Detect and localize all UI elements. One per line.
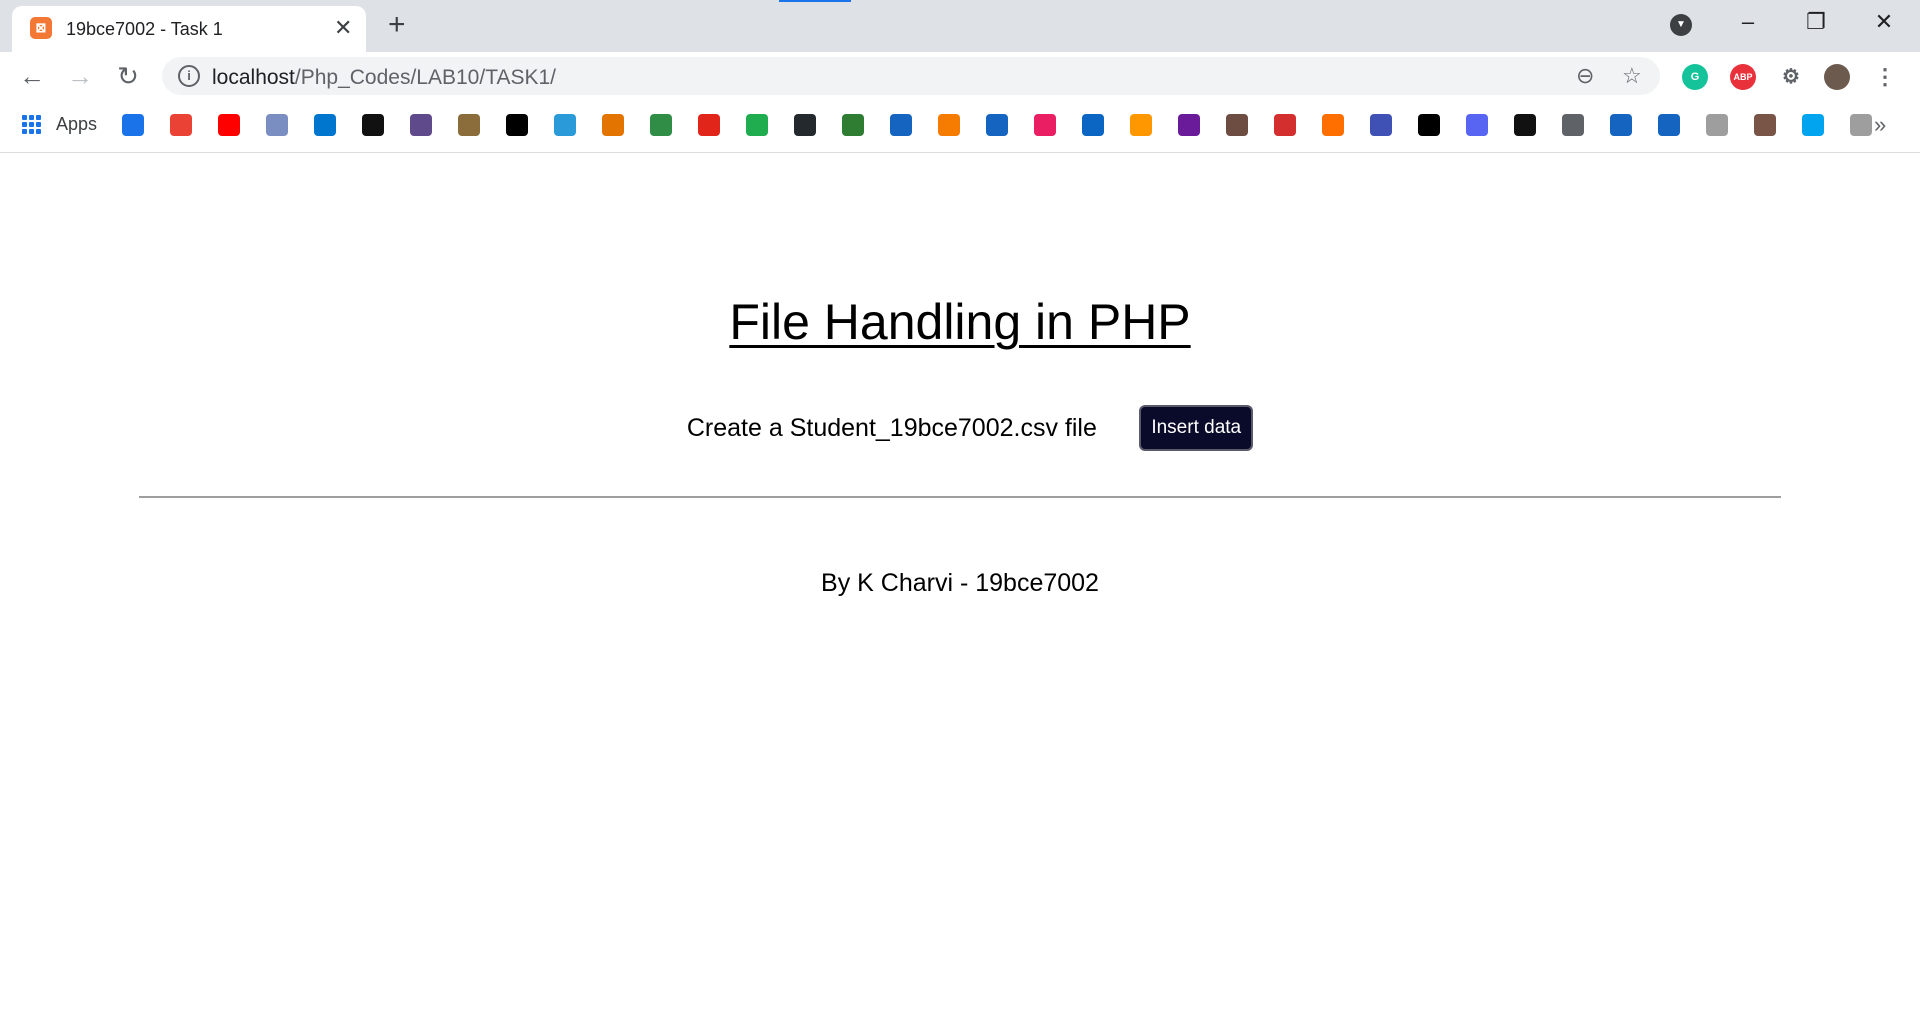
bookmark-favicon-icon[interactable] <box>1754 114 1776 136</box>
address-bar[interactable]: i localhost/Php_Codes/LAB10/TASK1/ ⊖ ☆ <box>162 57 1660 95</box>
bookmark-favicon-icon[interactable] <box>602 114 624 136</box>
tab-close-icon[interactable]: ✕ <box>334 14 352 42</box>
apps-label: Apps <box>56 114 98 134</box>
bookmark-favicon-icon[interactable] <box>458 114 480 136</box>
loading-indicator <box>779 0 851 2</box>
bookmarks-bar: Apps » <box>0 100 1920 153</box>
apps-grid-icon <box>22 114 42 135</box>
bookmark-favicon-icon[interactable] <box>170 114 192 136</box>
tab-title: 19bce7002 - Task 1 <box>66 19 223 39</box>
bookmark-favicon-icon[interactable] <box>794 114 816 136</box>
adblock-extension-icon[interactable]: ABP <box>1730 64 1756 90</box>
url-path: /Php_Codes/LAB10/TASK1/ <box>294 66 556 89</box>
menu-kebab-icon[interactable]: ⋮ <box>1872 64 1898 90</box>
profile-avatar[interactable] <box>1824 64 1850 90</box>
bookmark-favicon-icon[interactable] <box>1658 114 1680 136</box>
browser-toolbar: ← → ↻ i localhost/Php_Codes/LAB10/TASK1/… <box>0 52 1920 100</box>
bookmark-favicon-icon[interactable] <box>122 114 144 136</box>
url-text[interactable]: localhost/Php_Codes/LAB10/TASK1/ <box>212 66 556 90</box>
back-arrow-icon[interactable]: ← <box>14 58 50 94</box>
page-content: File Handling in PHP Create a Student_19… <box>0 153 1920 1030</box>
bookmark-favicon-icon[interactable] <box>746 114 768 136</box>
bookmarks-overflow-icon[interactable]: » <box>1874 112 1886 138</box>
new-tab-button[interactable]: + <box>388 8 406 42</box>
bookmark-favicon-icon[interactable] <box>1322 114 1344 136</box>
grammarly-extension-icon[interactable]: G <box>1682 64 1708 90</box>
reload-icon[interactable]: ↻ <box>110 58 146 94</box>
extensions-puzzle-icon[interactable]: ⚙ <box>1778 64 1804 90</box>
bookmark-favicon-icon[interactable] <box>266 114 288 136</box>
bookmark-favicon-icon[interactable] <box>1610 114 1632 136</box>
bookmark-favicon-icon[interactable] <box>650 114 672 136</box>
forward-arrow-icon[interactable]: → <box>62 58 98 94</box>
bookmark-favicon-icon[interactable] <box>1514 114 1536 136</box>
tab-strip: ⊠ 19bce7002 - Task 1 ✕ + ▼ – ❐ ✕ <box>0 0 1920 52</box>
bookmark-favicon-icon[interactable] <box>986 114 1008 136</box>
author-credit: By K Charvi - 19bce7002 <box>821 569 1099 597</box>
bookmark-favicon-icon[interactable] <box>1466 114 1488 136</box>
bookmark-favicon-icon[interactable] <box>1130 114 1152 136</box>
divider <box>139 496 1781 498</box>
bookmark-favicon-icon[interactable] <box>1082 114 1104 136</box>
bookmark-favicon-icon[interactable] <box>1226 114 1248 136</box>
bookmark-favicon-icon[interactable] <box>1034 114 1056 136</box>
create-file-row: Create a Student_19bce7002.csv file Inse… <box>0 405 1920 451</box>
bookmark-favicon-icon[interactable] <box>890 114 912 136</box>
bookmark-favicon-icon[interactable] <box>1802 114 1824 136</box>
bookmark-favicon-icon[interactable] <box>1370 114 1392 136</box>
restore-icon[interactable]: ❐ <box>1796 8 1836 36</box>
bookmark-favicon-icon[interactable] <box>410 114 432 136</box>
bookmark-favicon-icon[interactable] <box>314 114 336 136</box>
minimize-icon[interactable]: – <box>1728 8 1768 36</box>
bookmark-favicon-icon[interactable] <box>506 114 528 136</box>
insert-data-button[interactable]: Insert data <box>1139 405 1254 451</box>
bookmark-star-icon[interactable]: ☆ <box>1622 63 1642 89</box>
bookmark-favicon-icon[interactable] <box>1274 114 1296 136</box>
window-close-icon[interactable]: ✕ <box>1864 8 1904 36</box>
bookmark-favicon-icon[interactable] <box>1178 114 1200 136</box>
url-host: localhost <box>212 66 295 89</box>
bookmark-favicon-icon[interactable] <box>1418 114 1440 136</box>
browser-tab[interactable]: ⊠ 19bce7002 - Task 1 ✕ <box>12 6 366 52</box>
xampp-favicon-icon: ⊠ <box>30 17 52 39</box>
bookmark-favicon-icon[interactable] <box>554 114 576 136</box>
bookmark-favicon-icon[interactable] <box>938 114 960 136</box>
apps-shortcut[interactable]: Apps <box>22 114 97 135</box>
bookmark-favicon-icon[interactable] <box>1850 114 1872 136</box>
bookmark-favicon-icon[interactable] <box>1562 114 1584 136</box>
bookmark-favicon-icon[interactable] <box>842 114 864 136</box>
tab-search-icon[interactable]: ▼ <box>1670 14 1692 36</box>
bookmark-favicon-icon[interactable] <box>698 114 720 136</box>
bookmark-favicon-icon[interactable] <box>362 114 384 136</box>
bookmark-favicon-icon[interactable] <box>218 114 240 136</box>
create-file-label: Create a Student_19bce7002.csv file <box>686 413 1097 442</box>
bookmark-favicon-icon[interactable] <box>1706 114 1728 136</box>
page-title: File Handling in PHP <box>729 294 1191 350</box>
site-info-icon[interactable]: i <box>178 65 200 87</box>
zoom-icon[interactable]: ⊖ <box>1576 63 1594 89</box>
